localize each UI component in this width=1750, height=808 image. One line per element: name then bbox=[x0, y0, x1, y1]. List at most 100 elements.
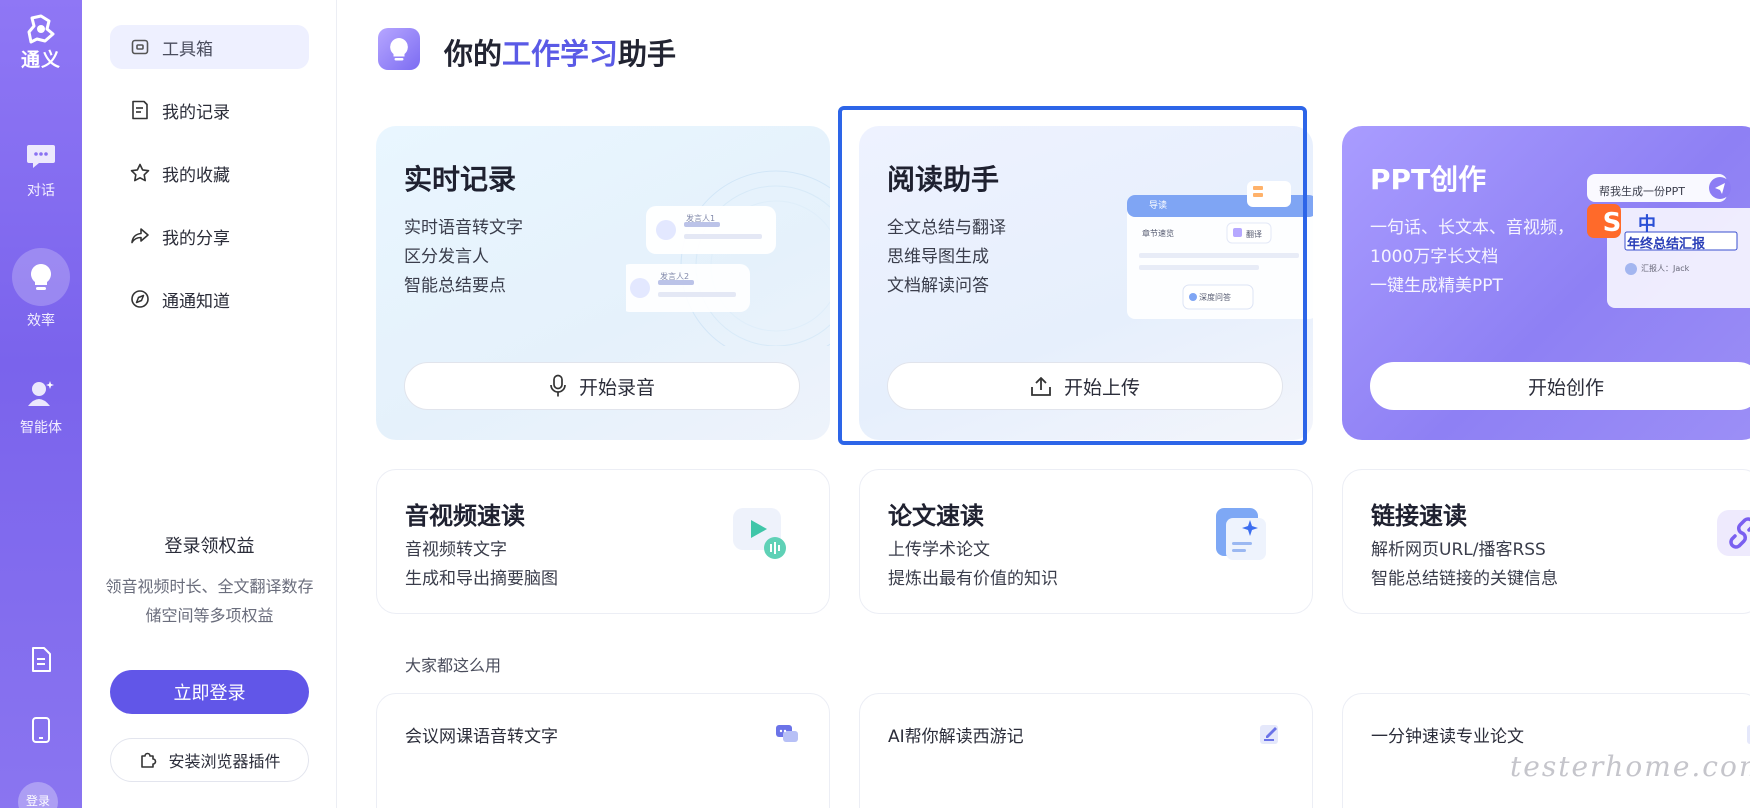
deep-qa-label: 深度问答 bbox=[1199, 293, 1231, 302]
section-label-popular: 大家都这么用 bbox=[405, 656, 502, 675]
sidebar-item-favorites[interactable]: 我的收藏 bbox=[110, 151, 309, 195]
main-content: 你的工作学习助手 实时记录 实时语音转文字 区分发言人 智能总结要点 发言人1 … bbox=[337, 0, 1750, 808]
feature-card-reading-assistant[interactable]: 阅读助手 全文总结与翻译 思维导图生成 文档解读问答 导读 章节速览 翻译 深度… bbox=[859, 126, 1313, 440]
install-plugin-label: 安装浏览器插件 bbox=[168, 752, 281, 771]
agent-icon bbox=[23, 375, 59, 411]
start-upload-label: 开始上传 bbox=[1063, 376, 1140, 399]
edit-doc-icon bbox=[1260, 725, 1278, 744]
speaker-label-2: 发言人2 bbox=[660, 272, 690, 281]
card-line: 1000万字长文档 bbox=[1370, 247, 1499, 267]
card-line: 生成和导出摘要脑图 bbox=[405, 569, 558, 589]
rail-item-agent[interactable]: 智能体 bbox=[0, 375, 82, 437]
card-description: 全文总结与翻译 思维导图生成 文档解读问答 bbox=[887, 214, 1006, 301]
rail-item-efficiency[interactable]: 效率 bbox=[0, 248, 82, 330]
star-icon bbox=[130, 163, 150, 183]
assistant-logo-icon bbox=[378, 28, 420, 70]
paper-sparkle-icon bbox=[1216, 508, 1266, 560]
rail-item-label: 效率 bbox=[27, 313, 55, 329]
quick-card-paper-speed-read[interactable]: 论文速读 上传学术论文 提炼出最有价值的知识 bbox=[859, 469, 1313, 614]
card-description: 音视频转文字 生成和导出摘要脑图 bbox=[405, 536, 558, 594]
start-creating-label: 开始创作 bbox=[1527, 376, 1604, 399]
card-title: 论文速读 bbox=[888, 502, 984, 530]
card-description: 一句话、长文本、音视频， 1000万字长文档 一键生成精美PPT bbox=[1370, 214, 1574, 301]
card-description: 上传学术论文 提炼出最有价值的知识 bbox=[888, 536, 1058, 594]
sidebar-item-label: 我的收藏 bbox=[162, 165, 230, 186]
popular-card-title: 一分钟速读专业论文 bbox=[1371, 727, 1524, 747]
card-description: 实时语音转文字 区分发言人 智能总结要点 bbox=[404, 214, 523, 301]
page-title-suffix: 助手 bbox=[618, 37, 677, 71]
quick-card-link-speed-read[interactable]: 链接速读 解析网页URL/播客RSS 智能总结链接的关键信息 bbox=[1342, 469, 1750, 614]
microphone-icon bbox=[550, 374, 566, 397]
avatar[interactable]: 登录 bbox=[18, 782, 58, 808]
lightbulb-icon bbox=[31, 264, 51, 290]
watermark: testerhome.com bbox=[1510, 750, 1750, 783]
chat-icon bbox=[23, 138, 59, 174]
tablet-icon[interactable] bbox=[24, 713, 58, 747]
card-line: 区分发言人 bbox=[404, 247, 489, 267]
rail-item-label: 智能体 bbox=[20, 420, 62, 436]
sidebar-item-label: 我的分享 bbox=[162, 228, 230, 249]
card-title: PPT创作 bbox=[1370, 163, 1487, 196]
quick-card-av-speed-read[interactable]: 音视频速读 音视频转文字 生成和导出摘要脑图 bbox=[376, 469, 830, 614]
sidebar-item-label: 工具箱 bbox=[162, 39, 213, 60]
card-line: 提炼出最有价值的知识 bbox=[888, 569, 1058, 589]
ppt-prompt-label: 帮我生成一份PPT bbox=[1599, 185, 1685, 198]
start-upload-button[interactable]: 开始上传 bbox=[887, 362, 1283, 410]
card-line: 上传学术论文 bbox=[888, 540, 990, 560]
card-title: 实时记录 bbox=[404, 163, 517, 196]
ppt-reporter-label: 汇报人：Jack bbox=[1641, 264, 1690, 273]
share-icon bbox=[130, 226, 150, 246]
app-logo[interactable]: 通义 bbox=[0, 14, 82, 72]
promo-title: 登录领权益 bbox=[164, 536, 255, 557]
page-title: 你的工作学习助手 bbox=[444, 31, 676, 73]
card-line: 思维导图生成 bbox=[887, 247, 989, 267]
card-line: 音视频转文字 bbox=[405, 540, 507, 560]
popular-card-journey-west[interactable]: AI帮你解读西游记 bbox=[859, 693, 1313, 808]
rail-item-chat[interactable]: 对话 bbox=[0, 138, 82, 200]
chat-bubbles-icon bbox=[776, 725, 798, 742]
card-line: 一句话、长文本、音视频， bbox=[1370, 218, 1574, 238]
rail-item-label: 对话 bbox=[27, 183, 55, 199]
document-icon[interactable] bbox=[24, 643, 58, 677]
sidebar-item-toolbox[interactable]: 工具箱 bbox=[110, 25, 309, 69]
app-logo-text: 通义 bbox=[20, 49, 61, 71]
upload-icon bbox=[1031, 377, 1051, 396]
popular-card-title: AI帮你解读西游记 bbox=[888, 727, 1024, 747]
card-line: 智能总结链接的关键信息 bbox=[1371, 569, 1558, 589]
paper-icon bbox=[1747, 725, 1750, 744]
card-line: 解析网页URL/播客RSS bbox=[1371, 540, 1546, 560]
card-line: 一键生成精美PPT bbox=[1370, 276, 1503, 296]
start-recording-button[interactable]: 开始录音 bbox=[404, 362, 800, 410]
sidebar-item-records[interactable]: 我的记录 bbox=[110, 88, 309, 132]
popular-card-title: 会议网课语音转文字 bbox=[405, 727, 558, 747]
popular-card-meeting-transcribe[interactable]: 会议网课语音转文字 bbox=[376, 693, 830, 808]
card-line: 实时语音转文字 bbox=[404, 218, 523, 238]
card-title: 阅读助手 bbox=[887, 163, 1000, 196]
compass-icon bbox=[130, 289, 150, 309]
start-creating-button[interactable]: 开始创作 bbox=[1370, 362, 1750, 410]
puzzle-icon bbox=[141, 752, 157, 768]
link-icon bbox=[1717, 510, 1750, 556]
sidebar-item-shares[interactable]: 我的分享 bbox=[110, 214, 309, 258]
feature-card-ppt-creation[interactable]: PPT创作 一句话、长文本、音视频， 1000万字长文档 一键生成精美PPT 帮… bbox=[1342, 126, 1750, 440]
guide-label: 导读 bbox=[1149, 201, 1168, 211]
install-plugin-button[interactable]: 安装浏览器插件 bbox=[110, 738, 309, 782]
video-play-icon bbox=[733, 508, 786, 559]
realtime-record-illustration bbox=[626, 170, 830, 346]
speaker-label-1: 发言人1 bbox=[686, 214, 716, 223]
app-rail: 通义 对话 效率 智能体 登录 bbox=[0, 0, 82, 808]
promo-description: 领音视频时长、全文翻译数存储空间等多项权益 bbox=[105, 577, 314, 625]
sidebar: 工具箱 我的记录 我的收藏 我的分享 通通知道 登录领权益 领音视频时长、全文翻… bbox=[82, 0, 337, 808]
card-line: 智能总结要点 bbox=[404, 276, 506, 296]
card-title: 链接速读 bbox=[1371, 502, 1467, 530]
sidebar-item-label: 通通知道 bbox=[162, 291, 230, 312]
ppt-slide-title: 年终总结汇报 bbox=[1627, 237, 1706, 252]
page-title-prefix: 你的 bbox=[444, 37, 503, 71]
feature-card-realtime-record[interactable]: 实时记录 实时语音转文字 区分发言人 智能总结要点 发言人1 发言人2 开始录音 bbox=[376, 126, 830, 440]
login-button[interactable]: 立即登录 bbox=[110, 670, 309, 714]
sidebar-item-label: 我的记录 bbox=[162, 102, 230, 123]
page-title-highlight: 工作学习 bbox=[502, 37, 619, 71]
sidebar-item-tongtong[interactable]: 通通知道 bbox=[110, 277, 309, 321]
tongyi-logo-icon bbox=[27, 14, 55, 44]
chapter-label: 章节速览 bbox=[1142, 229, 1174, 238]
